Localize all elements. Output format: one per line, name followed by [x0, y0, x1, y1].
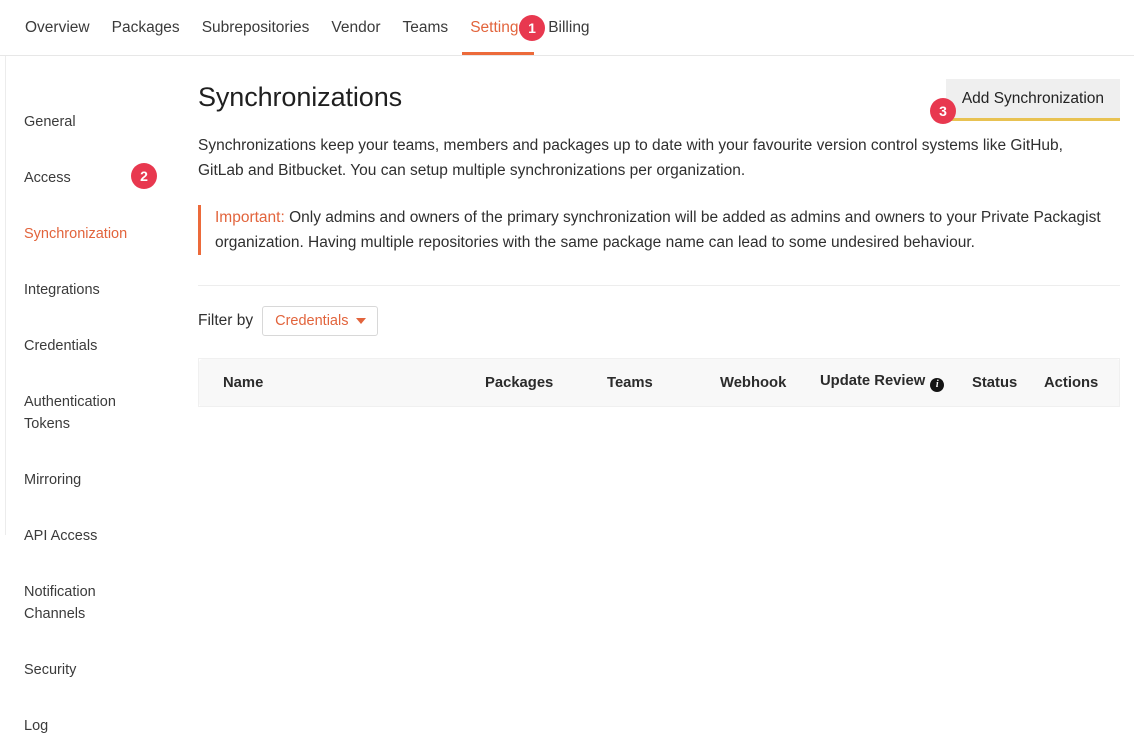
sidebar-item-mirroring-label: Mirroring: [24, 472, 81, 488]
tab-overview[interactable]: Overview: [14, 0, 101, 55]
sidebar-item-credentials[interactable]: Credentials: [6, 307, 189, 363]
tab-settings-label: Settings: [470, 19, 526, 36]
sidebar-item-access-label: Access: [24, 170, 71, 186]
tab-teams-label: Teams: [403, 19, 449, 36]
chevron-down-icon: [356, 318, 366, 324]
column-header-actions-label: Actions: [1044, 375, 1098, 391]
section-divider: [198, 285, 1120, 286]
column-header-packages[interactable]: Packages: [485, 359, 607, 407]
column-header-update-review[interactable]: Update Review i: [820, 359, 972, 407]
tab-vendor[interactable]: Vendor: [320, 0, 391, 55]
sidebar-item-api-access[interactable]: API Access: [6, 497, 189, 553]
column-header-actions[interactable]: Actions: [1044, 359, 1120, 407]
step-marker-2: 2: [131, 163, 157, 189]
sidebar-item-authentication-tokens-label: Authentication Tokens: [24, 394, 116, 432]
sidebar-item-api-access-label: API Access: [24, 528, 97, 544]
intro-paragraph: Synchronizations keep your teams, member…: [198, 133, 1108, 183]
tab-packages-label: Packages: [112, 19, 180, 36]
top-navigation-tabs: Overview Packages Subrepositories Vendor…: [0, 0, 1134, 55]
page-body: General Access Synchronization Integrati…: [0, 56, 1134, 535]
column-header-name[interactable]: Name: [199, 359, 486, 407]
sidebar-item-log-label: Log: [24, 718, 48, 734]
sidebar-item-access[interactable]: Access: [6, 139, 189, 195]
tab-overview-label: Overview: [25, 19, 90, 36]
sidebar-item-notification-channels-label: Notification Channels: [24, 584, 96, 622]
info-icon[interactable]: i: [930, 378, 944, 392]
sidebar-item-notification-channels[interactable]: Notification Channels: [6, 553, 189, 631]
column-header-webhook-label: Webhook: [720, 375, 786, 391]
filter-credentials-dropdown[interactable]: Credentials: [262, 306, 378, 336]
sidebar-item-security-label: Security: [24, 662, 76, 678]
important-notice-text: Only admins and owners of the primary sy…: [215, 209, 1101, 251]
tab-teams[interactable]: Teams: [392, 0, 460, 55]
table-header-row: Name Packages Teams Webhook Update Revie…: [199, 359, 1120, 407]
column-header-webhook[interactable]: Webhook: [720, 359, 820, 407]
column-header-teams[interactable]: Teams: [607, 359, 720, 407]
sidebar-item-general-label: General: [24, 114, 76, 130]
sidebar-item-log[interactable]: Log: [6, 687, 189, 743]
page-header: Synchronizations Add Synchronization: [198, 80, 1120, 121]
sidebar-item-security[interactable]: Security: [6, 631, 189, 687]
settings-sidebar: General Access Synchronization Integrati…: [5, 56, 189, 535]
tab-vendor-label: Vendor: [331, 19, 380, 36]
column-header-status-label: Status: [972, 375, 1017, 391]
column-header-teams-label: Teams: [607, 375, 653, 391]
column-header-packages-label: Packages: [485, 375, 553, 391]
column-header-name-label: Name: [223, 375, 263, 391]
important-notice: Important: Only admins and owners of the…: [198, 205, 1120, 255]
add-synchronization-button[interactable]: Add Synchronization: [946, 79, 1120, 121]
tab-billing-label: Billing: [548, 19, 589, 36]
sidebar-item-authentication-tokens[interactable]: Authentication Tokens: [6, 363, 189, 441]
sidebar-item-integrations-label: Integrations: [24, 282, 100, 298]
tab-subrepositories-label: Subrepositories: [202, 19, 310, 36]
important-notice-label: Important:: [215, 209, 285, 226]
synchronizations-table-head: Name Packages Teams Webhook Update Revie…: [199, 359, 1120, 407]
filter-label: Filter by: [198, 312, 253, 330]
sidebar-item-credentials-label: Credentials: [24, 338, 97, 354]
sidebar-item-general[interactable]: General: [6, 83, 189, 139]
tab-billing[interactable]: Billing: [537, 0, 600, 55]
sidebar-item-synchronization-label: Synchronization: [24, 226, 127, 242]
page-title: Synchronizations: [198, 80, 402, 114]
sidebar-item-integrations[interactable]: Integrations: [6, 251, 189, 307]
step-marker-3: 3: [930, 98, 956, 124]
filter-credentials-value: Credentials: [275, 313, 348, 329]
sidebar-item-synchronization[interactable]: Synchronization: [6, 195, 189, 251]
main-content: Synchronizations Add Synchronization Syn…: [189, 56, 1134, 535]
step-marker-1: 1: [519, 15, 545, 41]
synchronizations-table: Name Packages Teams Webhook Update Revie…: [198, 358, 1120, 407]
sidebar-item-mirroring[interactable]: Mirroring: [6, 441, 189, 497]
filter-row: Filter by Credentials: [198, 306, 1120, 336]
top-navigation: Overview Packages Subrepositories Vendor…: [0, 0, 1134, 56]
tab-packages[interactable]: Packages: [101, 0, 191, 55]
tab-subrepositories[interactable]: Subrepositories: [191, 0, 321, 55]
column-header-update-review-label: Update Review: [820, 373, 925, 389]
column-header-status[interactable]: Status: [972, 359, 1044, 407]
